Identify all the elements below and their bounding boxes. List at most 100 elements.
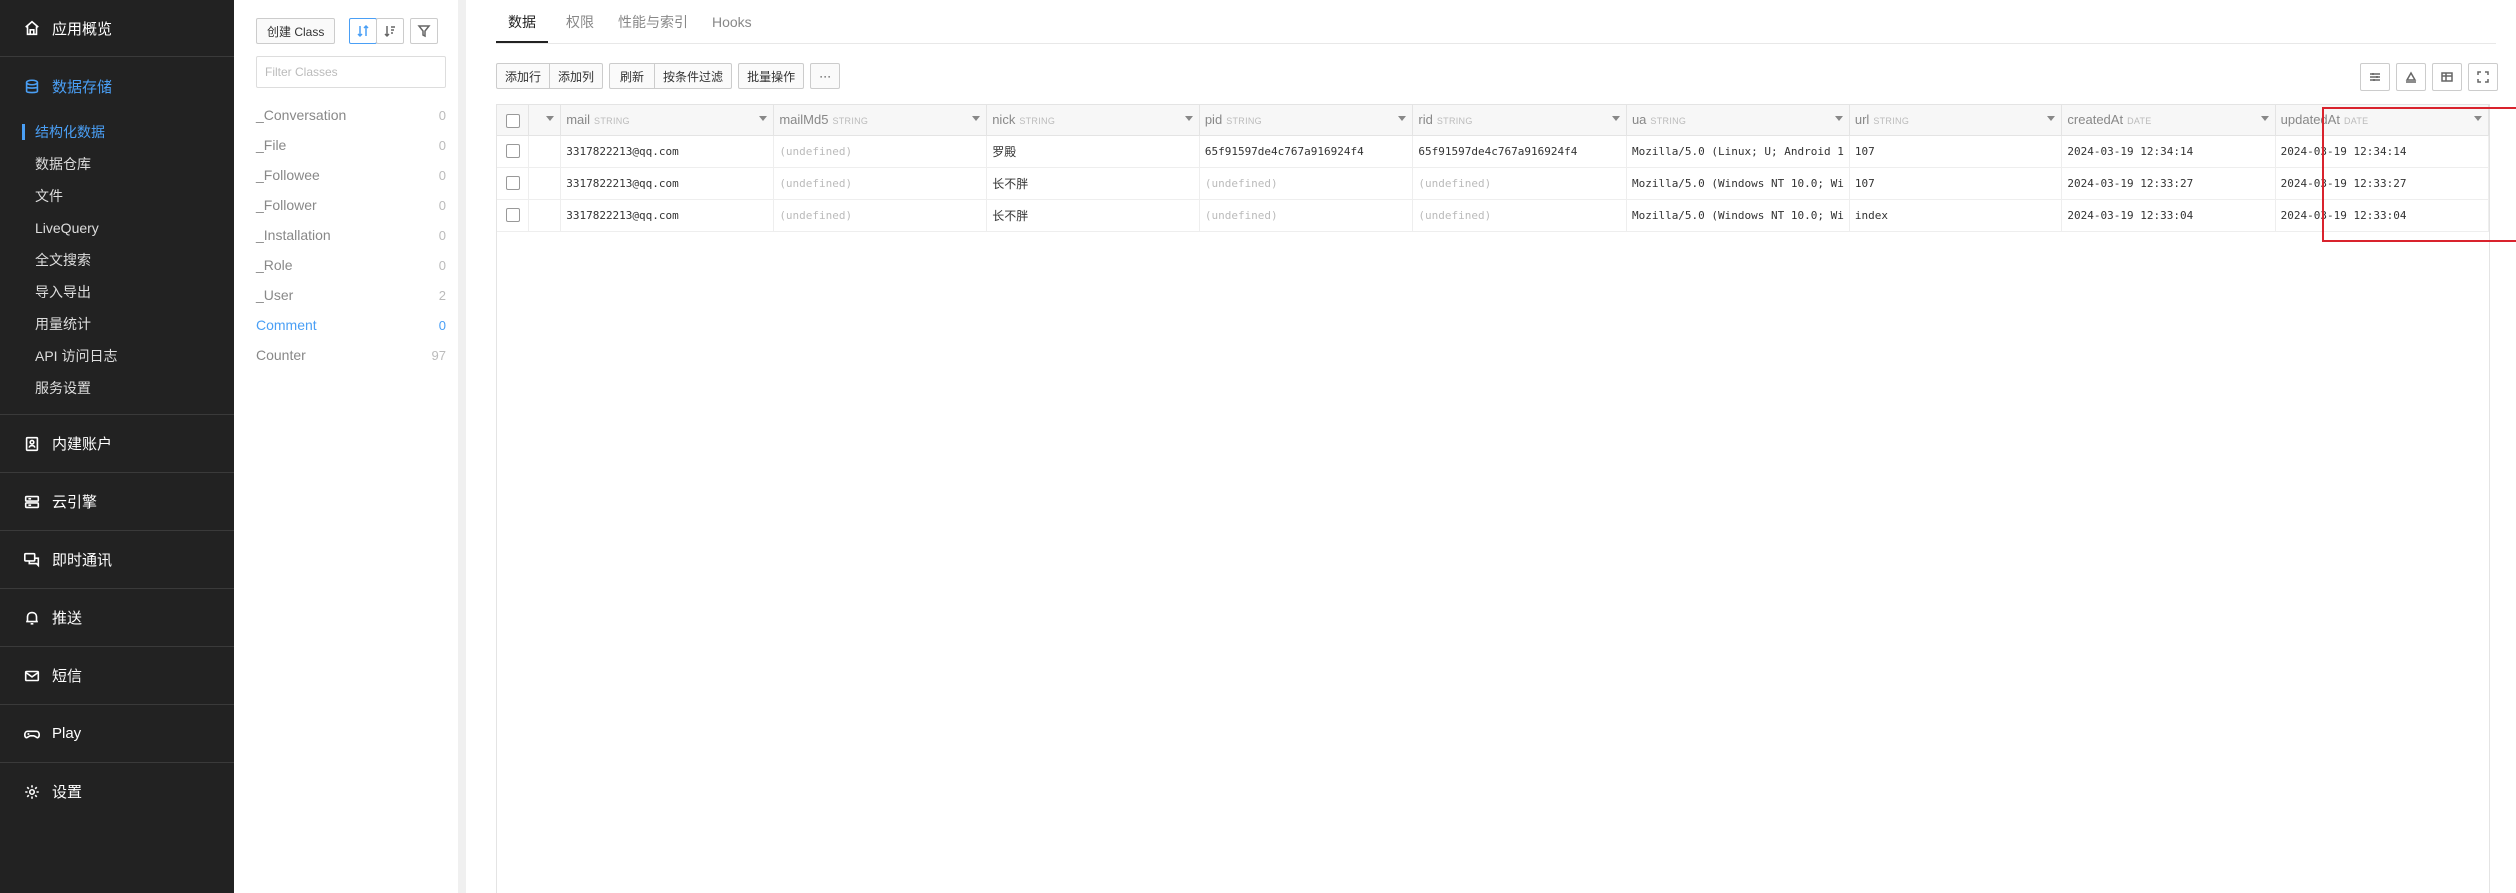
tab-hooks[interactable]: Hooks: [700, 0, 764, 43]
nav-overview[interactable]: 应用概览: [0, 0, 234, 56]
cell-updatedat[interactable]: 2024-03-19 12:33:04: [2275, 199, 2490, 232]
col-header-createdat[interactable]: createdAt DATE: [2061, 105, 2276, 136]
cell-pid[interactable]: (undefined): [1199, 167, 1414, 200]
sliders-icon[interactable]: [2360, 63, 2390, 91]
col-header-nick[interactable]: nick STRING: [986, 105, 1200, 136]
cell-rid[interactable]: 65f91597de4c767a916924f4: [1412, 135, 1627, 168]
nav-im[interactable]: 即时通讯: [0, 530, 234, 588]
class-item[interactable]: _File 0: [256, 130, 446, 160]
table-icon[interactable]: [2432, 63, 2462, 91]
refresh-filter-group: 刷新 按条件过滤: [609, 63, 733, 89]
class-item[interactable]: Counter 97: [256, 340, 446, 370]
more-button[interactable]: ···: [810, 63, 841, 89]
nav-label: 即时通讯: [52, 552, 113, 569]
class-item[interactable]: _Conversation 0: [256, 100, 446, 130]
row-checkbox[interactable]: [505, 176, 520, 190]
cell-nick[interactable]: 罗殿: [986, 135, 1200, 168]
tab-data[interactable]: 数据: [496, 0, 548, 43]
sub-item-usage-stats[interactable]: 用量统计: [0, 308, 234, 340]
cell-updatedat[interactable]: 2024-03-19 12:34:14: [2275, 135, 2490, 168]
filter-icon[interactable]: [410, 18, 439, 44]
cell-rid[interactable]: (undefined): [1412, 199, 1627, 232]
cell-createdat[interactable]: 2024-03-19 12:33:04: [2061, 199, 2276, 232]
cell-createdat[interactable]: 2024-03-19 12:33:27: [2061, 167, 2276, 200]
row-checkbox[interactable]: [505, 208, 520, 222]
cell-createdat[interactable]: 2024-03-19 12:34:14: [2061, 135, 2276, 168]
sub-item-service-settings[interactable]: 服务设置: [0, 372, 234, 404]
sub-item-api-log[interactable]: API 访问日志: [0, 340, 234, 372]
eraser-icon[interactable]: [2396, 63, 2426, 91]
cell-rid[interactable]: (undefined): [1412, 167, 1627, 200]
cell-mailmd5[interactable]: (undefined): [773, 167, 988, 200]
col-header-url[interactable]: url STRING: [1849, 105, 2063, 136]
sub-item-structured-data[interactable]: 结构化数据: [0, 116, 234, 148]
cell-ua[interactable]: Mozilla/5.0 (Windows NT 10.0; Wi: [1626, 167, 1850, 200]
row-menu-header[interactable]: [528, 105, 562, 136]
class-panel: 创建 Class _Conversation0 _File0 _Followee…: [234, 0, 466, 893]
gamepad-icon: [22, 724, 42, 744]
cell-ua[interactable]: Mozilla/5.0 (Windows NT 10.0; Wi: [1626, 199, 1850, 232]
nav-settings[interactable]: 设置: [0, 762, 234, 820]
cell-url[interactable]: index: [1849, 199, 2063, 232]
col-header-updatedat[interactable]: updatedAt DATE: [2275, 105, 2490, 136]
tab-permissions[interactable]: 权限: [554, 0, 606, 43]
main-content: 数据 权限 性能与索引 Hooks 添加行 添加列 刷新 按条件过滤 批量操作 …: [474, 0, 2516, 893]
nav-push[interactable]: 推送: [0, 588, 234, 646]
tab-performance-index[interactable]: 性能与索引: [606, 0, 700, 43]
cell-pid[interactable]: (undefined): [1199, 199, 1414, 232]
select-all-checkbox[interactable]: [505, 113, 520, 128]
col-header-ua[interactable]: ua STRING: [1626, 105, 1850, 136]
cell-mailmd5[interactable]: (undefined): [773, 135, 988, 168]
cell-updatedat[interactable]: 2024-03-19 12:33:27: [2275, 167, 2490, 200]
class-item[interactable]: _Installation 0: [256, 220, 446, 250]
filter-classes-input[interactable]: [256, 56, 446, 88]
class-item-selected[interactable]: Comment 0: [256, 310, 446, 340]
class-item[interactable]: _Role 0: [256, 250, 446, 280]
cell-pid[interactable]: 65f91597de4c767a916924f4: [1199, 135, 1414, 168]
fullscreen-icon[interactable]: [2468, 63, 2498, 91]
sub-item-data-warehouse[interactable]: 数据仓库: [0, 148, 234, 180]
sub-item-import-export[interactable]: 导入导出: [0, 276, 234, 308]
class-item[interactable]: _Followee 0: [256, 160, 446, 190]
refresh-button[interactable]: 刷新: [609, 63, 656, 89]
cell-mail[interactable]: 3317822213@qq.com: [560, 167, 775, 200]
dropdown-arrow-icon: [972, 116, 981, 121]
cell-nick[interactable]: 长不胖: [986, 167, 1200, 200]
add-column-button[interactable]: 添加列: [549, 63, 604, 89]
nav-sms[interactable]: 短信: [0, 646, 234, 704]
cell-ua[interactable]: Mozilla/5.0 (Linux; U; Android 1: [1626, 135, 1850, 168]
sub-item-livequery[interactable]: LiveQuery: [0, 212, 234, 244]
class-item[interactable]: _User 2: [256, 280, 446, 310]
nav-play[interactable]: Play: [0, 704, 234, 762]
view-tools: [2360, 63, 2498, 91]
col-header-mailmd5[interactable]: mailMd5 STRING: [773, 105, 988, 136]
dropdown-arrow-icon: [2047, 116, 2056, 121]
cell-nick[interactable]: 长不胖: [986, 199, 1200, 232]
row-checkbox[interactable]: [505, 144, 520, 158]
select-all-cell: [497, 105, 530, 136]
filter-button[interactable]: 按条件过滤: [654, 63, 733, 89]
row-handle-cell: [528, 199, 562, 232]
cell-mailmd5[interactable]: (undefined): [773, 199, 988, 232]
sub-item-files[interactable]: 文件: [0, 180, 234, 212]
batch-ops-button[interactable]: 批量操作: [738, 63, 805, 89]
nav-storage[interactable]: 数据存储: [0, 56, 234, 116]
add-row-button[interactable]: 添加行: [496, 63, 551, 89]
cell-mail[interactable]: 3317822213@qq.com: [560, 135, 775, 168]
sort-asc-icon[interactable]: [349, 18, 378, 44]
row-select-cell: [497, 135, 530, 168]
col-header-pid[interactable]: pid STRING: [1199, 105, 1414, 136]
cell-mail[interactable]: 3317822213@qq.com: [560, 199, 775, 232]
sub-item-fulltext-search[interactable]: 全文搜索: [0, 244, 234, 276]
col-header-rid[interactable]: rid STRING: [1412, 105, 1627, 136]
nav-builtin-accounts[interactable]: 内建账户: [0, 414, 234, 472]
cell-url[interactable]: 107: [1849, 135, 2063, 168]
col-header-mail[interactable]: mail STRING: [560, 105, 775, 136]
sort-desc-icon[interactable]: [376, 18, 405, 44]
nav-cloud-engine[interactable]: 云引擎: [0, 472, 234, 530]
nav-label: 短信: [52, 668, 83, 685]
header-row: mail STRING mailMd5 STRING nick STRING pid S…: [497, 105, 2490, 136]
class-item[interactable]: _Follower 0: [256, 190, 446, 220]
create-class-button[interactable]: 创建 Class: [256, 18, 336, 44]
cell-url[interactable]: 107: [1849, 167, 2063, 200]
